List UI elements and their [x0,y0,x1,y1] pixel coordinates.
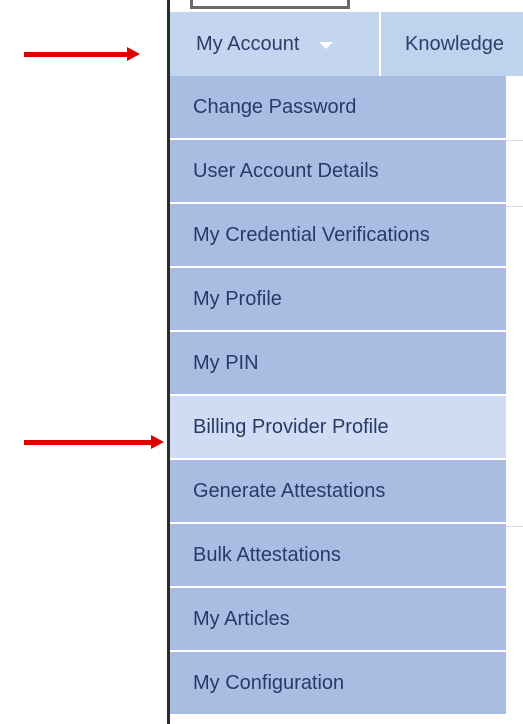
menu-item-my-configuration[interactable]: My Configuration [170,652,506,714]
nav-tab-my-account[interactable]: My Account [170,12,381,76]
nav-tab-knowledge[interactable]: Knowledge [381,12,523,76]
menu-item-label: My Articles [193,607,290,630]
red-arrow-icon [24,435,164,449]
menu-item-billing-provider-profile[interactable]: Billing Provider Profile [170,396,506,458]
red-arrow-icon [24,47,140,61]
screenshot-stage: My Account Knowledge Change Password Use… [0,0,523,724]
menu-item-label: Change Password [193,95,357,118]
menu-item-bulk-attestations[interactable]: Bulk Attestations [170,524,506,586]
menu-item-my-profile[interactable]: My Profile [170,268,506,330]
my-account-dropdown-menu: Change Password User Account Details My … [170,76,506,716]
divider [506,526,523,527]
menu-item-label: My Profile [193,287,282,310]
menu-item-my-credential-verifications[interactable]: My Credential Verifications [170,204,506,266]
divider [506,140,523,141]
nav-tab-my-account-label: My Account [196,32,300,55]
top-navbar: My Account Knowledge [170,12,523,76]
menu-item-label: Bulk Attestations [193,543,341,566]
menu-item-label: My Configuration [193,671,345,694]
menu-item-label: My Credential Verifications [193,223,430,246]
divider [506,206,523,207]
menu-item-my-pin[interactable]: My PIN [170,332,506,394]
menu-item-my-articles[interactable]: My Articles [170,588,506,650]
menu-item-label: Billing Provider Profile [193,415,389,438]
background-page-edge [506,76,523,724]
top-tab-edge [190,0,350,9]
menu-item-label: User Account Details [193,159,379,182]
menu-item-user-account-details[interactable]: User Account Details [170,140,506,202]
nav-tab-knowledge-label: Knowledge [405,32,504,55]
menu-item-label: Generate Attestations [193,479,386,502]
menu-item-label: My PIN [193,351,259,374]
menu-item-change-password[interactable]: Change Password [170,76,506,138]
caret-down-icon [319,41,334,49]
menu-item-generate-attestations[interactable]: Generate Attestations [170,460,506,522]
